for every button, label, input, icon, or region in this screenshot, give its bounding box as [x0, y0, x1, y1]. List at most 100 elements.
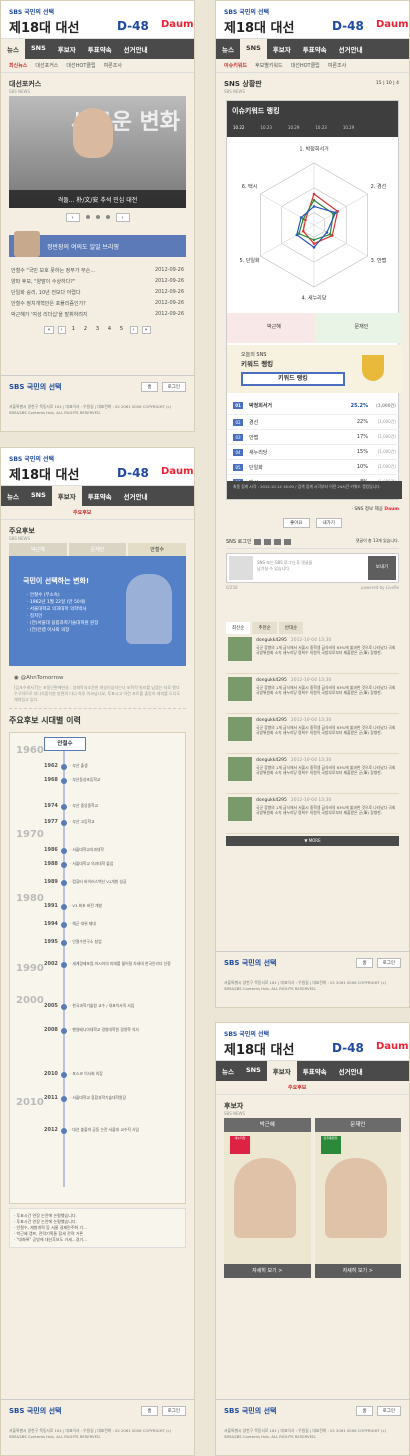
tab-candidates[interactable]: 후보자	[266, 1061, 297, 1081]
tab-news[interactable]: 뉴스	[216, 39, 240, 59]
tab-sns[interactable]: SNS	[25, 486, 52, 506]
detail-button[interactable]: 자세히 보기 >	[314, 1264, 401, 1278]
comment-username[interactable]: dongukk4295	[256, 758, 287, 763]
tab-vote[interactable]: 투표약속	[297, 39, 333, 59]
comment-user[interactable]: dongukk4295 2012-10-04 13:30	[256, 798, 331, 803]
next-button[interactable]: ›	[115, 213, 130, 222]
like-button[interactable]: 좋아요	[283, 518, 310, 528]
sbs-login-icon[interactable]	[254, 538, 262, 545]
home-button[interactable]: 홈	[141, 382, 158, 392]
ranking-row[interactable]: 04 새누리당 15% (1,000건)	[227, 445, 402, 460]
slide-dot[interactable]	[95, 215, 100, 219]
next-page-button[interactable]: ›	[129, 326, 138, 334]
comment-input[interactable]: SNS 또는 SBS 로그인 후 댓글을 남기실 수 있습니다. 보내기	[226, 553, 399, 583]
tab-news[interactable]: 뉴스	[1, 39, 25, 59]
user-avatar[interactable]	[228, 757, 252, 781]
comment-username[interactable]: dongukk4295	[256, 678, 287, 683]
subtab-clip[interactable]: 대선HOT클립	[291, 62, 320, 69]
news-title[interactable]: 안철수 정치개혁안은 포퓰리즘인가?	[11, 300, 86, 307]
tab-guide[interactable]: 선거안내	[118, 39, 154, 59]
comment-user[interactable]: dongukk4295 2012-10-04 13:30	[256, 758, 331, 763]
subtab-poll[interactable]: 여론조사	[104, 62, 122, 69]
tab-guide[interactable]: 선거안내	[333, 39, 369, 59]
prev-button[interactable]: ‹	[65, 213, 80, 222]
comment-user[interactable]: dongukk4295 2012-10-04 13:30	[256, 678, 331, 683]
twitter-handle[interactable]: @AhnTomorrow	[21, 675, 64, 681]
sort-oppose[interactable]: 반대순	[278, 622, 304, 634]
candidate-moon[interactable]: 문재인	[314, 313, 402, 343]
more-button[interactable]: ▼ MORE	[226, 836, 399, 846]
tab-sns[interactable]: SNS	[25, 39, 52, 59]
news-title[interactable]: 양파 후보, "양말이 수상하다?"	[11, 278, 75, 285]
home-button[interactable]: 홈	[141, 1406, 158, 1416]
powered-by[interactable]: powered by LiveRe	[361, 585, 399, 590]
focus-photo[interactable]: 새로운 변화 격돌... 朴/文/安 추석 민심 대전	[9, 96, 186, 208]
ranking-row[interactable]: 03 안맵 17% (1,000건)	[227, 430, 402, 445]
home-button[interactable]: 홈	[356, 958, 373, 968]
sbs-logo[interactable]: SBS 국민의 선택	[224, 1029, 269, 1038]
sbs-logo[interactable]: SBS 국민의 선택	[9, 7, 54, 16]
tab-sns[interactable]: SNS	[239, 39, 267, 59]
page-link[interactable]: 1	[70, 326, 78, 334]
twitter-icon[interactable]	[264, 538, 272, 545]
news-title[interactable]: 단일화 승리, 10년 전보다 어렵다	[11, 289, 81, 296]
subtab-cand-kw[interactable]: 후보별키워드	[255, 62, 283, 69]
detail-button[interactable]: 자세히 보기 >	[224, 1264, 311, 1278]
news-title[interactable]: 박근혜가 '여성 리더십'을 발휘하려지	[11, 311, 88, 318]
tab-guide[interactable]: 선거안내	[333, 1061, 369, 1081]
last-page-button[interactable]: »	[141, 326, 151, 334]
login-button[interactable]: 로그인	[376, 958, 401, 968]
briefing-banner[interactable]: 정반장의 여의도 일일 브리핑	[9, 231, 186, 257]
subtab-latest[interactable]: 최신뉴스	[9, 62, 27, 69]
date-tab[interactable]: 10.29	[343, 125, 354, 130]
slide-dot[interactable]	[105, 215, 110, 219]
me2day-icon[interactable]	[284, 538, 292, 545]
scrap-button[interactable]: 내가기	[315, 518, 342, 528]
candidate-tab-park[interactable]: 박근혜	[9, 543, 67, 556]
tab-vote[interactable]: 투표약속	[297, 1061, 333, 1081]
tab-candidates[interactable]: 후보자	[267, 39, 297, 59]
candidate-card-moon[interactable]: 문재인 민주통합당 자세히 보기 >	[314, 1118, 401, 1278]
date-tab[interactable]: 10.23	[260, 125, 271, 130]
sbs-logo[interactable]: SBS 국민의 선택	[224, 7, 269, 16]
date-tab[interactable]: 10.23	[315, 125, 326, 130]
ranking-row[interactable]: 01 박정희서거 25.2% (1,000건)	[227, 397, 402, 415]
slide-dot[interactable]	[85, 215, 90, 219]
subtab-main[interactable]: 주요후보	[73, 509, 91, 516]
subtab-poll[interactable]: 여론조사	[328, 62, 346, 69]
daum-logo[interactable]: Daum	[161, 19, 194, 30]
login-button[interactable]: 로그인	[161, 1406, 186, 1416]
related-item[interactable]: · "대화록" 공방에 대선후보도 가세...경기...	[14, 1237, 181, 1243]
comment-user[interactable]: dongukk4295 2012-10-04 13:30	[256, 718, 331, 723]
tab-news[interactable]: 뉴스	[1, 486, 25, 506]
candidate-card-park[interactable]: 박근혜 새누리당 자세히 보기 >	[224, 1118, 311, 1278]
tab-guide[interactable]: 선거안내	[118, 486, 154, 506]
page-link[interactable]: 4	[106, 326, 114, 334]
subtab-issue[interactable]: 이슈키워드	[224, 62, 247, 69]
login-button[interactable]: 로그인	[376, 1406, 401, 1416]
news-item[interactable]: 안철수 정치개혁안은 포퓰리즘인가? 2012-09-26	[11, 298, 184, 309]
candidate-park[interactable]: 박근혜	[227, 313, 315, 343]
subtab-main[interactable]: 주요후보	[288, 1084, 306, 1091]
date-tab[interactable]: 10.22	[233, 125, 244, 130]
tab-candidates[interactable]: 후보자	[52, 39, 82, 59]
comment-user[interactable]: dongukk4295 2012-10-04 13:30	[256, 638, 331, 643]
tab-vote[interactable]: 투표약속	[82, 39, 118, 59]
home-button[interactable]: 홈	[356, 1406, 373, 1416]
date-tab[interactable]: 10.29	[288, 125, 299, 130]
tab-candidates[interactable]: 후보자	[51, 486, 82, 506]
page-link[interactable]: 2	[82, 326, 90, 334]
tab-news[interactable]: 뉴스	[216, 1061, 240, 1081]
subtab-focus[interactable]: 대선포커스	[35, 62, 58, 69]
news-title[interactable]: 안철수 "국민 보호 못하는 정부가 무슨...	[11, 267, 95, 274]
news-item[interactable]: 단일화 승리, 10년 전보다 어렵다 2012-09-26	[11, 287, 184, 298]
daum-logo[interactable]: Daum	[376, 1041, 409, 1052]
prev-page-button[interactable]: ‹	[57, 326, 66, 334]
sbs-logo[interactable]: SBS 국민의 선택	[9, 454, 54, 463]
news-item[interactable]: 양파 후보, "양말이 수상하다?" 2012-09-26	[11, 276, 184, 287]
login-button[interactable]: 로그인	[161, 382, 186, 392]
comment-username[interactable]: dongukk4295	[256, 718, 287, 723]
news-item[interactable]: 안철수 "국민 보호 못하는 정부가 무슨... 2012-09-26	[11, 265, 184, 276]
page-link[interactable]: 3	[94, 326, 102, 334]
comment-username[interactable]: dongukk4295	[256, 798, 287, 803]
